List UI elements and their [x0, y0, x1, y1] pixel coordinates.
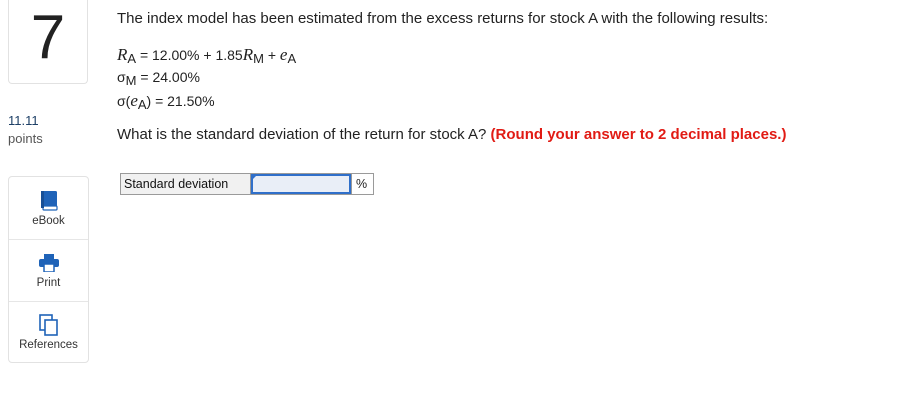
formula-block: RA = 12.00% + 1.85RM + eA σM = 24.00% σ(…	[117, 43, 907, 112]
references-button[interactable]: References	[9, 301, 88, 363]
points-label: points	[8, 131, 43, 146]
market-sd-line: σM = 24.00%	[117, 66, 907, 89]
sigma-subscript: M	[125, 73, 137, 88]
residual-subscript: A	[137, 97, 147, 112]
plus-sign: +	[263, 47, 280, 63]
rm-subscript: M	[253, 51, 264, 66]
question-stem: The index model has been estimated from …	[117, 10, 769, 27]
percent-unit: %	[351, 174, 373, 194]
points-value: 11.11	[8, 113, 39, 128]
answer-row: Standard deviation %	[120, 173, 374, 195]
residual-e-symbol: e	[130, 91, 138, 110]
standard-deviation-input[interactable]	[251, 174, 351, 194]
rounding-hint: (Round your answer to 2 decimal places.)	[490, 126, 787, 143]
rm-symbol: R	[242, 45, 254, 64]
ra-symbol: R	[117, 45, 128, 64]
answer-input-wrapper	[251, 174, 351, 194]
ra-subscript: A	[127, 51, 137, 66]
ea-subscript: A	[287, 51, 297, 66]
residual-value: ) = 21.50%	[146, 93, 215, 109]
market-sd-value: = 24.00%	[136, 69, 200, 85]
question-prompt: What is the standard deviation of the re…	[117, 126, 907, 144]
print-label: Print	[36, 277, 61, 289]
print-button[interactable]: Print	[9, 239, 88, 301]
question-number-card: 7	[8, 0, 88, 84]
sigma-symbol: σ	[117, 69, 126, 85]
references-label: References	[19, 339, 78, 351]
answer-label: Standard deviation	[121, 174, 251, 194]
prompt-text: What is the standard deviation of the re…	[117, 126, 487, 143]
ebook-label: eBook	[32, 214, 65, 227]
equation-body: = 12.00% + 1.85	[136, 47, 243, 63]
tools-panel: eBook Print References	[8, 176, 89, 363]
residual-sd-line: σ(eA) = 21.50%	[117, 89, 907, 112]
input-focus-flag-icon	[251, 174, 258, 181]
question-content: The index model has been estimated from …	[117, 10, 907, 144]
book-icon	[38, 190, 60, 212]
question-number: 7	[30, 2, 66, 72]
printer-icon	[38, 252, 60, 274]
residual-prefix: σ(	[117, 93, 131, 109]
ebook-button[interactable]: eBook	[9, 177, 88, 239]
copy-pages-icon	[38, 314, 60, 336]
regression-equation: RA = 12.00% + 1.85RM + eA	[117, 43, 907, 66]
